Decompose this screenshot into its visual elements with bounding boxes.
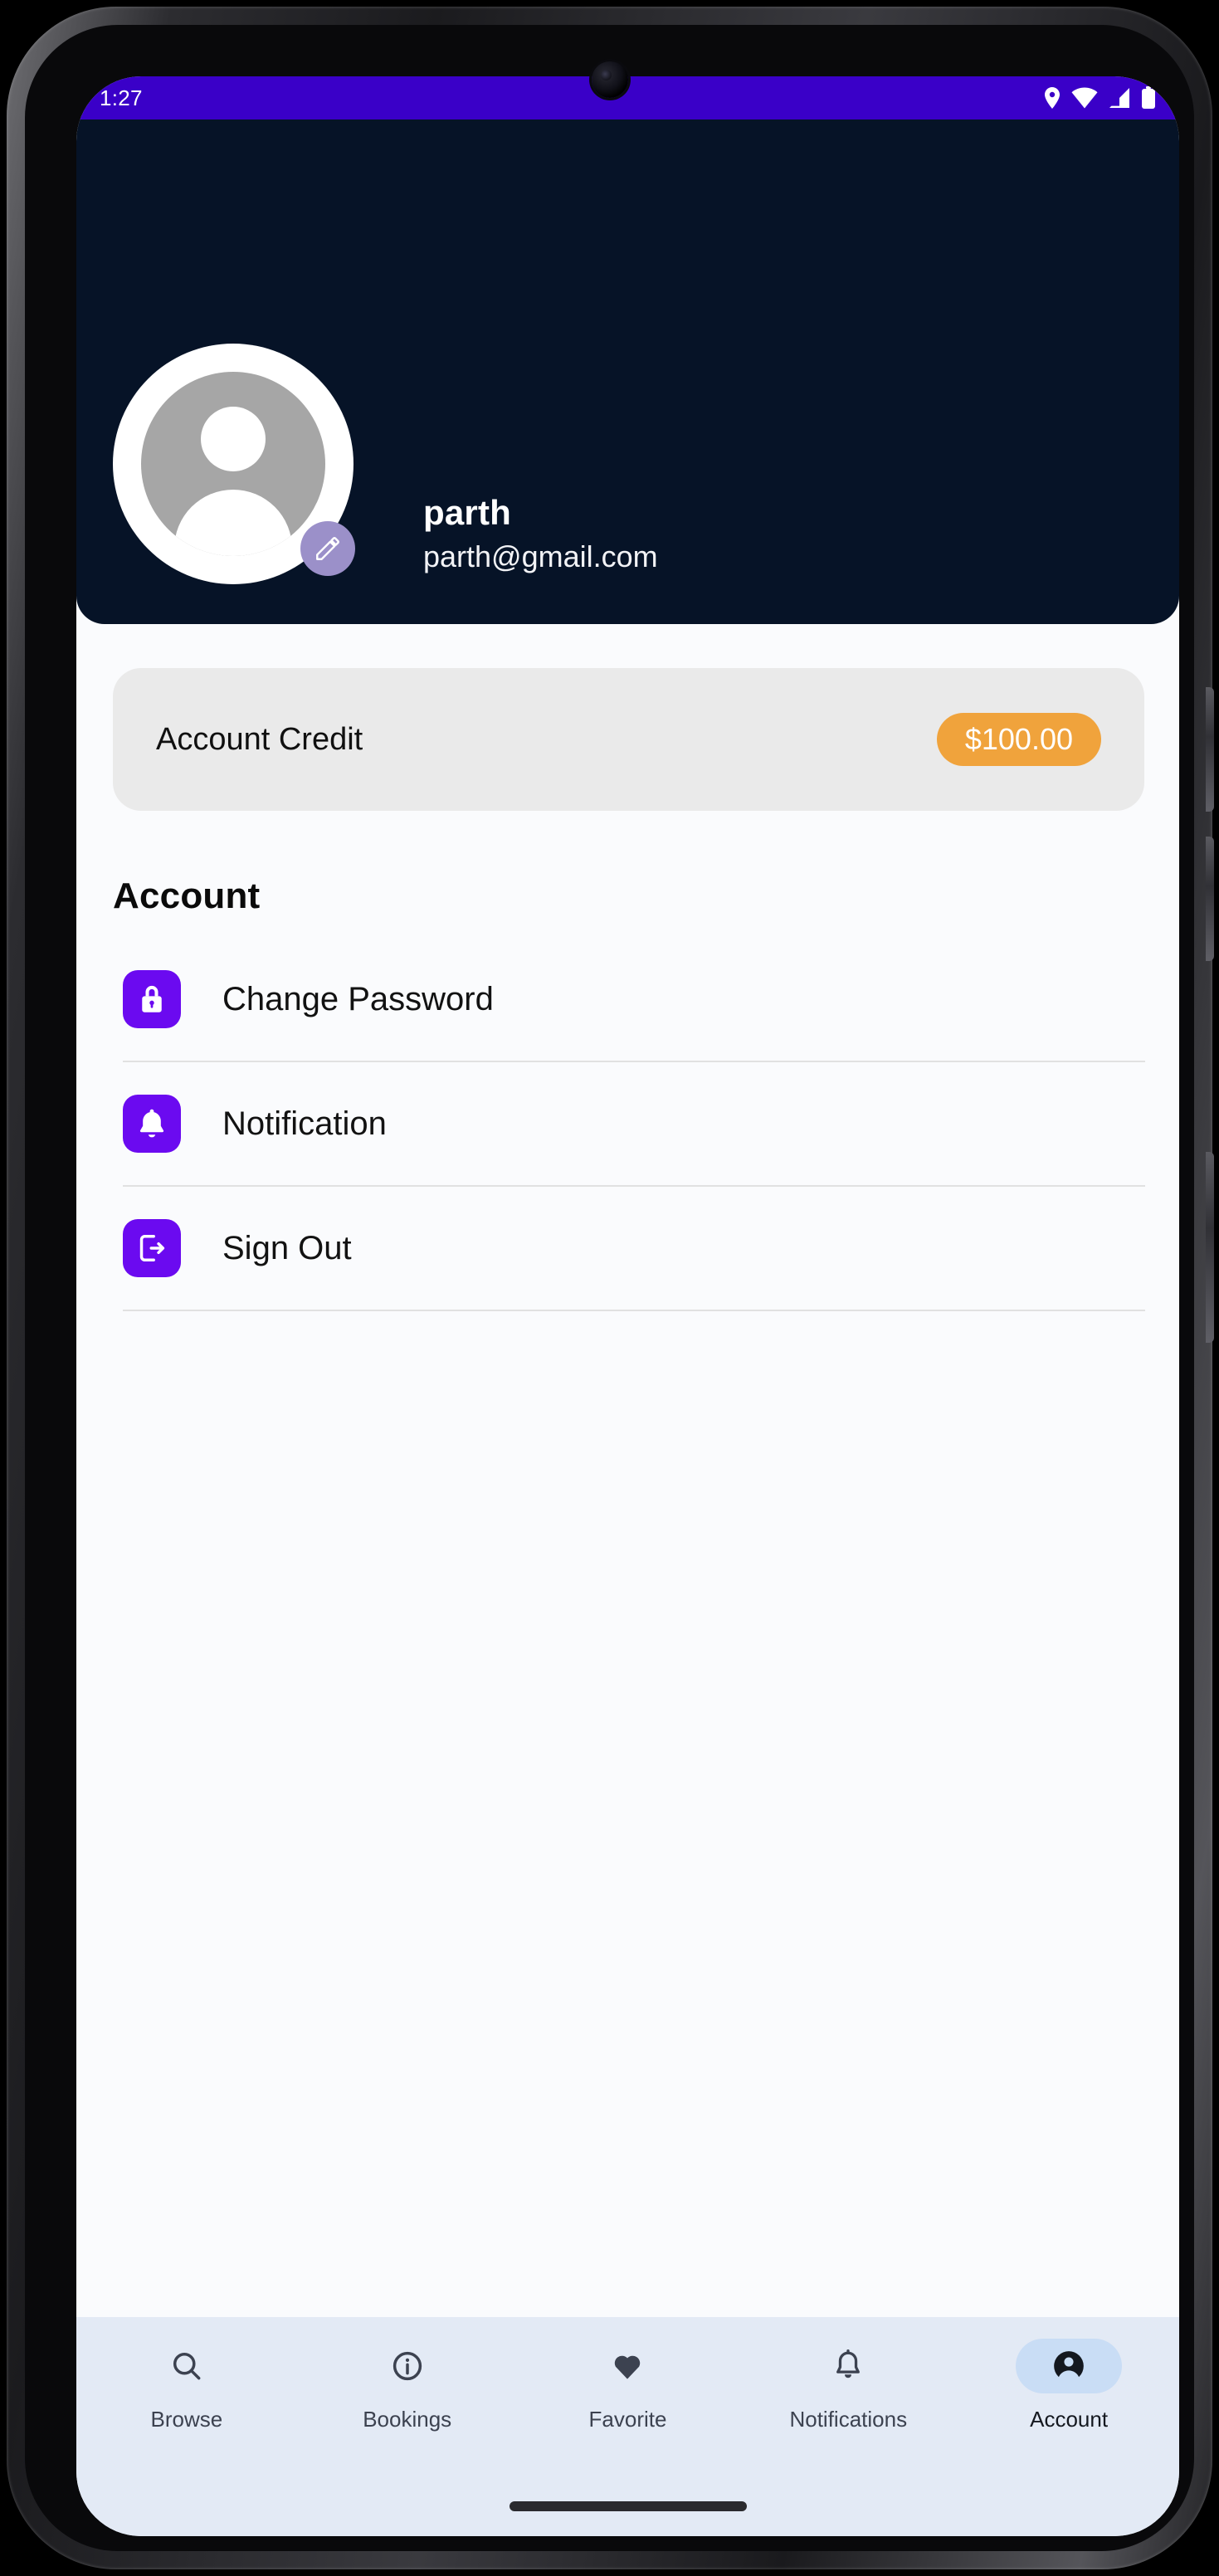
pencil-edit-icon[interactable] bbox=[300, 521, 355, 576]
person-placeholder-icon bbox=[141, 372, 325, 556]
nav-item-label: Notifications bbox=[789, 2407, 908, 2432]
nav-item-label: Account bbox=[1030, 2407, 1109, 2432]
power-button[interactable] bbox=[1206, 1152, 1214, 1343]
profile-header: parth parth@gmail.com bbox=[76, 120, 1179, 624]
account-credit-amount-badge: $100.00 bbox=[936, 713, 1101, 766]
account-menu-list: Change Password Notification Sign Out bbox=[123, 938, 1145, 1311]
wifi-icon bbox=[1071, 87, 1098, 109]
menu-item-label: Change Password bbox=[222, 980, 494, 1017]
account-circle-icon bbox=[1016, 2339, 1123, 2393]
nav-item-notifications[interactable]: Notifications bbox=[738, 2339, 958, 2432]
phone-frame: 1:27 parth parth@gmail.com Account Credi… bbox=[7, 7, 1214, 2569]
sign-out-icon bbox=[123, 1219, 181, 1277]
avatar-body-shape bbox=[174, 490, 292, 556]
info-circle-icon bbox=[354, 2339, 461, 2393]
location-pin-icon bbox=[1043, 86, 1061, 110]
menu-item-label: Sign Out bbox=[222, 1229, 352, 1266]
bell-outline-icon bbox=[795, 2339, 901, 2393]
menu-item-notification[interactable]: Notification bbox=[123, 1062, 1145, 1187]
status-bar-clock: 1:27 bbox=[100, 85, 143, 110]
account-credit-label: Account Credit bbox=[156, 721, 363, 757]
phone-bezel: 1:27 parth parth@gmail.com Account Credi… bbox=[25, 25, 1194, 2551]
nav-item-favorite[interactable]: Favorite bbox=[518, 2339, 739, 2432]
menu-item-change-password[interactable]: Change Password bbox=[123, 938, 1145, 1062]
lock-icon bbox=[123, 970, 181, 1028]
screenshot-stage: 1:27 parth parth@gmail.com Account Credi… bbox=[0, 0, 1219, 2576]
front-camera bbox=[591, 61, 628, 98]
nav-item-bookings[interactable]: Bookings bbox=[297, 2339, 518, 2432]
home-indicator[interactable] bbox=[509, 2501, 747, 2511]
menu-item-sign-out[interactable]: Sign Out bbox=[123, 1187, 1145, 1311]
nav-item-label: Bookings bbox=[363, 2407, 452, 2432]
account-body: Account Credit $100.00 Account Change Pa… bbox=[76, 624, 1179, 2317]
avatar-head-shape bbox=[201, 407, 266, 471]
nav-item-label: Favorite bbox=[588, 2407, 667, 2432]
nav-item-account[interactable]: Account bbox=[958, 2339, 1179, 2432]
battery-icon bbox=[1141, 86, 1156, 110]
profile-identity: parth parth@gmail.com bbox=[423, 493, 658, 574]
avatar[interactable] bbox=[113, 344, 355, 584]
cellular-signal-icon bbox=[1108, 87, 1131, 109]
account-credit-card[interactable]: Account Credit $100.00 bbox=[113, 668, 1144, 811]
nav-item-label: Browse bbox=[150, 2407, 223, 2432]
nav-item-browse[interactable]: Browse bbox=[76, 2339, 297, 2432]
search-icon bbox=[134, 2339, 240, 2393]
volume-up-button[interactable] bbox=[1206, 687, 1214, 812]
menu-item-label: Notification bbox=[222, 1105, 387, 1142]
account-section-title: Account bbox=[113, 876, 261, 916]
profile-email: parth@gmail.com bbox=[423, 539, 658, 574]
bell-icon bbox=[123, 1095, 181, 1153]
volume-down-button[interactable] bbox=[1206, 837, 1214, 961]
profile-name: parth bbox=[423, 493, 511, 532]
heart-icon bbox=[574, 2339, 680, 2393]
status-bar: 1:27 bbox=[76, 76, 1179, 120]
phone-screen: 1:27 parth parth@gmail.com Account Credi… bbox=[76, 76, 1179, 2536]
status-bar-icons bbox=[1043, 86, 1156, 110]
